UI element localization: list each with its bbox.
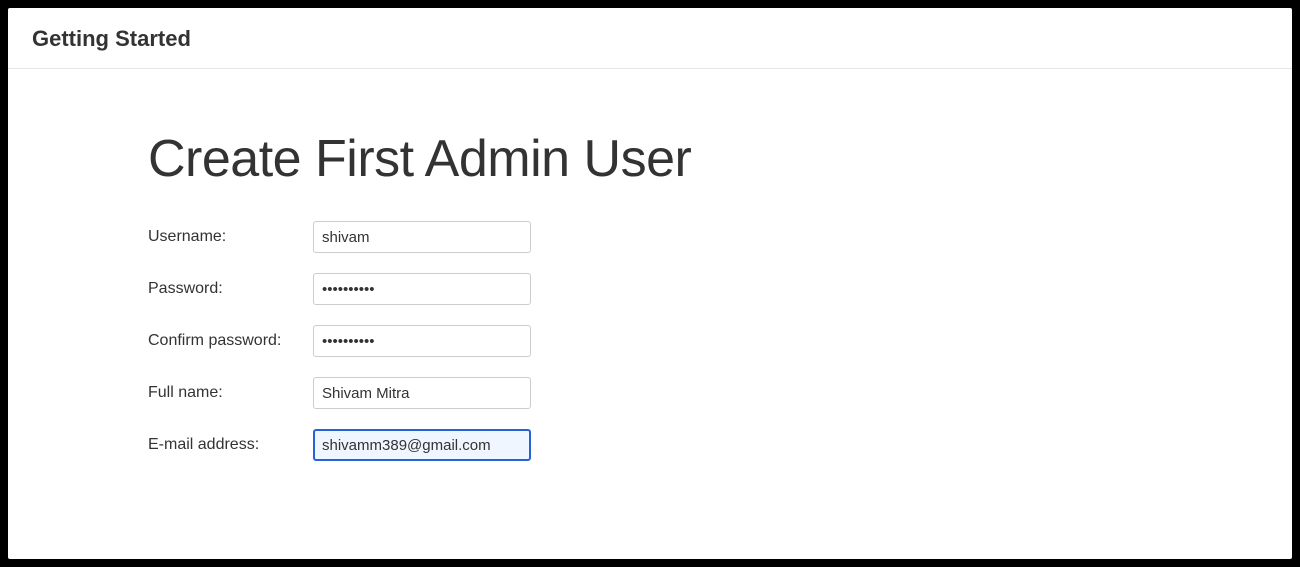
username-input[interactable] [313,221,531,253]
password-input[interactable] [313,273,531,305]
setup-window: Getting Started Create First Admin User … [8,8,1292,559]
confirm-password-input[interactable] [313,325,531,357]
email-row: E-mail address: [148,429,1292,461]
email-input[interactable] [313,429,531,461]
password-row: Password: [148,273,1292,305]
admin-user-form: Username: Password: Confirm password: Fu… [148,221,1292,461]
username-label: Username: [148,228,313,246]
fullname-input[interactable] [313,377,531,409]
header: Getting Started [8,8,1292,69]
confirm-password-row: Confirm password: [148,325,1292,357]
main-heading: Create First Admin User [148,129,1292,189]
fullname-row: Full name: [148,377,1292,409]
fullname-label: Full name: [148,384,313,402]
confirm-password-label: Confirm password: [148,332,313,350]
password-label: Password: [148,280,313,298]
username-row: Username: [148,221,1292,253]
content-area: Create First Admin User Username: Passwo… [8,69,1292,461]
email-label: E-mail address: [148,436,313,454]
page-title: Getting Started [32,26,1268,52]
